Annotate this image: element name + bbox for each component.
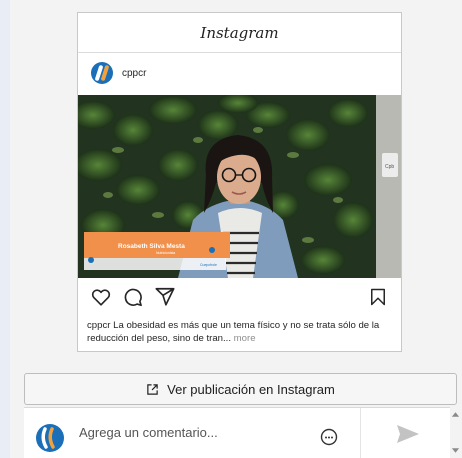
comment-icon[interactable] [122, 286, 144, 308]
account-avatar[interactable] [91, 62, 113, 84]
comment-bar [24, 407, 450, 458]
scroll-down-arrow[interactable] [451, 447, 460, 455]
banner-sub-text: Nutricionista [156, 251, 175, 255]
profile-row[interactable]: cppcr [78, 54, 401, 92]
instagram-header[interactable]: Instagram [78, 13, 401, 53]
wall-sign-text: Cpb [385, 164, 394, 170]
post-caption: cppcr La obesidad es más que un tema fís… [87, 319, 395, 345]
heart-icon[interactable] [90, 286, 112, 308]
brand-logo-icon [36, 424, 64, 452]
comment-bar-divider [360, 408, 361, 458]
user-avatar [36, 424, 64, 452]
account-name[interactable]: cppcr [122, 68, 146, 79]
embed-panel: Instagram cppcr Cpb Rosabeth Silva Mesta… [10, 0, 462, 458]
external-link-icon [147, 383, 158, 395]
send-icon[interactable] [154, 286, 176, 308]
view-on-instagram-label: Ver publicación en Instagram [167, 381, 335, 397]
send-arrow-icon[interactable] [396, 424, 420, 444]
post-actions [78, 281, 401, 315]
emoji-icon[interactable] [320, 428, 338, 446]
scroll-up-arrow[interactable] [451, 410, 460, 418]
view-on-instagram-button[interactable]: Ver publicación en Instagram [24, 373, 457, 405]
caption-more-link[interactable]: more [231, 333, 256, 344]
instagram-wordmark: Instagram [200, 23, 279, 42]
caption-user[interactable]: cppcr [87, 320, 110, 331]
post-photo-illustration: Cpb Rosabeth Silva Mesta Nutricionista C… [78, 95, 401, 278]
instagram-embed: Instagram cppcr Cpb Rosabeth Silva Mesta… [77, 12, 402, 352]
banner-logo-text: Cuepcfrole [200, 263, 217, 267]
comment-input[interactable] [79, 421, 279, 443]
banner-name-text: Rosabeth Silva Mesta [118, 243, 185, 250]
post-image[interactable]: Cpb Rosabeth Silva Mesta Nutricionista C… [78, 95, 401, 278]
bookmark-icon[interactable] [368, 286, 388, 308]
